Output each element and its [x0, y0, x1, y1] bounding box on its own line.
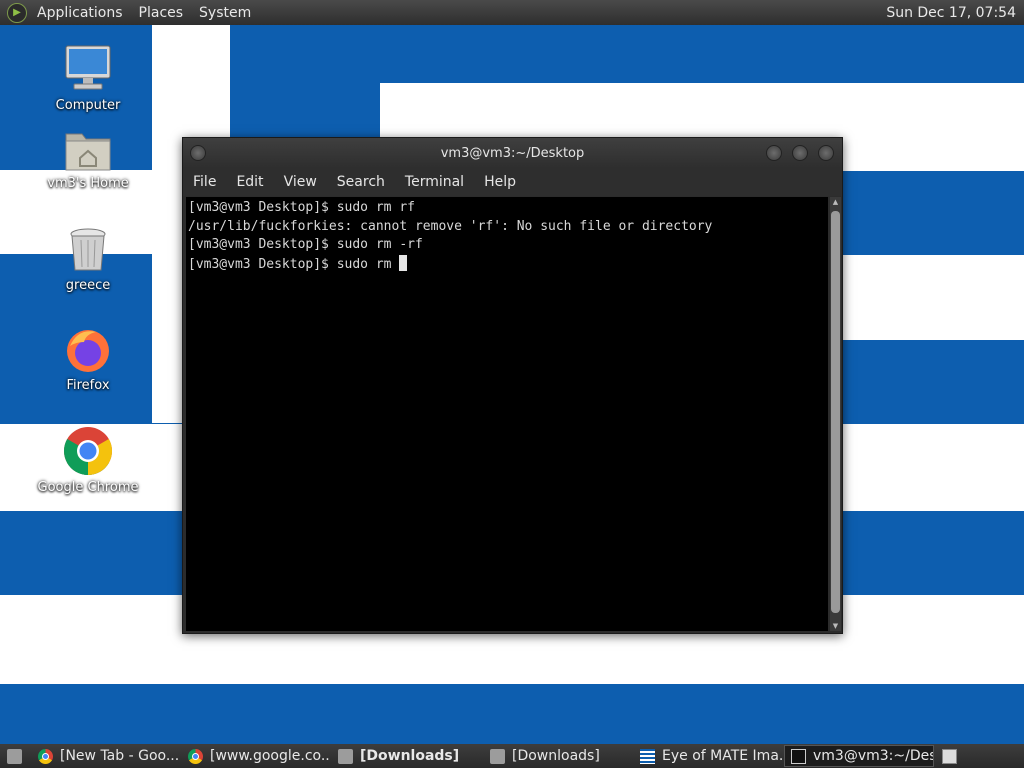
taskbar-item-label: Eye of MATE Ima... — [662, 748, 782, 764]
taskbar-item-label: [New Tab - Goo... — [60, 748, 180, 764]
terminal-line: [vm3@vm3 Desktop]$ sudo rm -rf — [188, 237, 423, 252]
window-titlebar[interactable]: vm3@vm3:~/Desktop — [183, 138, 842, 168]
computer-icon — [64, 44, 112, 94]
chrome-icon — [188, 748, 203, 764]
scrollbar-thumb[interactable] — [831, 211, 840, 613]
terminal-output[interactable]: [vm3@vm3 Desktop]$ sudo rm rf /usr/lib/f… — [186, 197, 828, 631]
menu-terminal[interactable]: Terminal — [395, 174, 474, 190]
taskbar-item-downloads-1[interactable]: [Downloads] — [332, 745, 482, 767]
desktop-icon-computer[interactable]: Computer — [33, 44, 143, 113]
firefox-icon — [64, 326, 112, 374]
menu-file[interactable]: File — [183, 174, 226, 190]
desktop-icon-label: greece — [65, 278, 111, 293]
desktop-icon-label: Firefox — [66, 378, 110, 393]
taskbar-item-new-tab[interactable]: [New Tab - Goo... — [32, 745, 180, 767]
top-panel: ▶ Applications Places System Sun Dec 17,… — [0, 0, 1024, 25]
terminal-line: [vm3@vm3 Desktop]$ sudo rm — [188, 256, 400, 272]
folder-icon — [338, 748, 353, 764]
terminal-scrollbar[interactable]: ▲ ▼ — [830, 197, 841, 631]
text-cursor — [399, 254, 408, 271]
desktop-icon-label: vm3's Home — [47, 176, 129, 191]
menu-help[interactable]: Help — [474, 174, 526, 190]
taskbar-item-terminal[interactable]: vm3@vm3:~/Des... — [784, 745, 934, 767]
bottom-panel: [New Tab - Goo... [www.google.co... [Dow… — [0, 744, 1024, 768]
terminal-menubar: File Edit View Search Terminal Help — [183, 168, 842, 196]
menu-search[interactable]: Search — [327, 174, 395, 190]
trash-icon — [68, 226, 108, 274]
workspace-icon — [942, 748, 957, 764]
desktop-icon-home[interactable]: vm3's Home — [33, 128, 143, 191]
taskbar-item-label: [Downloads] — [360, 748, 460, 764]
taskbar-item-label: [Downloads] — [512, 748, 600, 764]
folder-icon — [490, 748, 505, 764]
terminal-line: /usr/lib/fuckforkies: cannot remove 'rf'… — [188, 218, 713, 234]
taskbar-item-google[interactable]: [www.google.co... — [182, 745, 330, 767]
mate-logo-icon[interactable]: ▶ — [7, 2, 27, 23]
home-folder-icon — [64, 128, 112, 172]
applications-menu[interactable]: Applications — [29, 5, 131, 21]
show-desktop-button[interactable] — [0, 745, 30, 767]
scroll-down-icon[interactable]: ▼ — [830, 621, 841, 631]
desktop-icon-label: Google Chrome — [37, 480, 139, 495]
chrome-icon — [38, 748, 53, 764]
taskbar-item-label: [www.google.co... — [210, 748, 330, 764]
desktop-icon-label: Computer — [55, 98, 121, 113]
show-desktop-icon — [7, 748, 22, 764]
desktop-icon-greece[interactable]: greece — [33, 226, 143, 293]
chrome-icon — [63, 426, 113, 476]
window-title: vm3@vm3:~/Desktop — [440, 145, 585, 161]
close-button[interactable] — [818, 145, 834, 161]
terminal-line: [vm3@vm3 Desktop]$ sudo rm rf — [188, 200, 415, 215]
minimize-button[interactable] — [766, 145, 782, 161]
taskbar-item-label: vm3@vm3:~/Des... — [813, 748, 933, 764]
menu-edit[interactable]: Edit — [226, 174, 273, 190]
system-menu[interactable]: System — [191, 5, 259, 21]
taskbar-item-downloads-2[interactable]: [Downloads] — [484, 745, 632, 767]
places-menu[interactable]: Places — [131, 5, 192, 21]
terminal-icon — [791, 748, 806, 764]
desktop-icon-firefox[interactable]: Firefox — [33, 326, 143, 393]
menu-view[interactable]: View — [274, 174, 327, 190]
taskbar-item-eye-of-mate[interactable]: Eye of MATE Ima... — [634, 745, 782, 767]
workspace-switcher[interactable] — [936, 745, 966, 767]
clock[interactable]: Sun Dec 17, 07:54 — [886, 5, 1024, 21]
desktop-icon-chrome[interactable]: Google Chrome — [33, 426, 143, 495]
greek-flag-icon — [640, 748, 655, 764]
terminal-window[interactable]: vm3@vm3:~/Desktop File Edit View Search … — [182, 137, 843, 634]
scroll-up-icon[interactable]: ▲ — [830, 197, 841, 207]
maximize-button[interactable] — [792, 145, 808, 161]
